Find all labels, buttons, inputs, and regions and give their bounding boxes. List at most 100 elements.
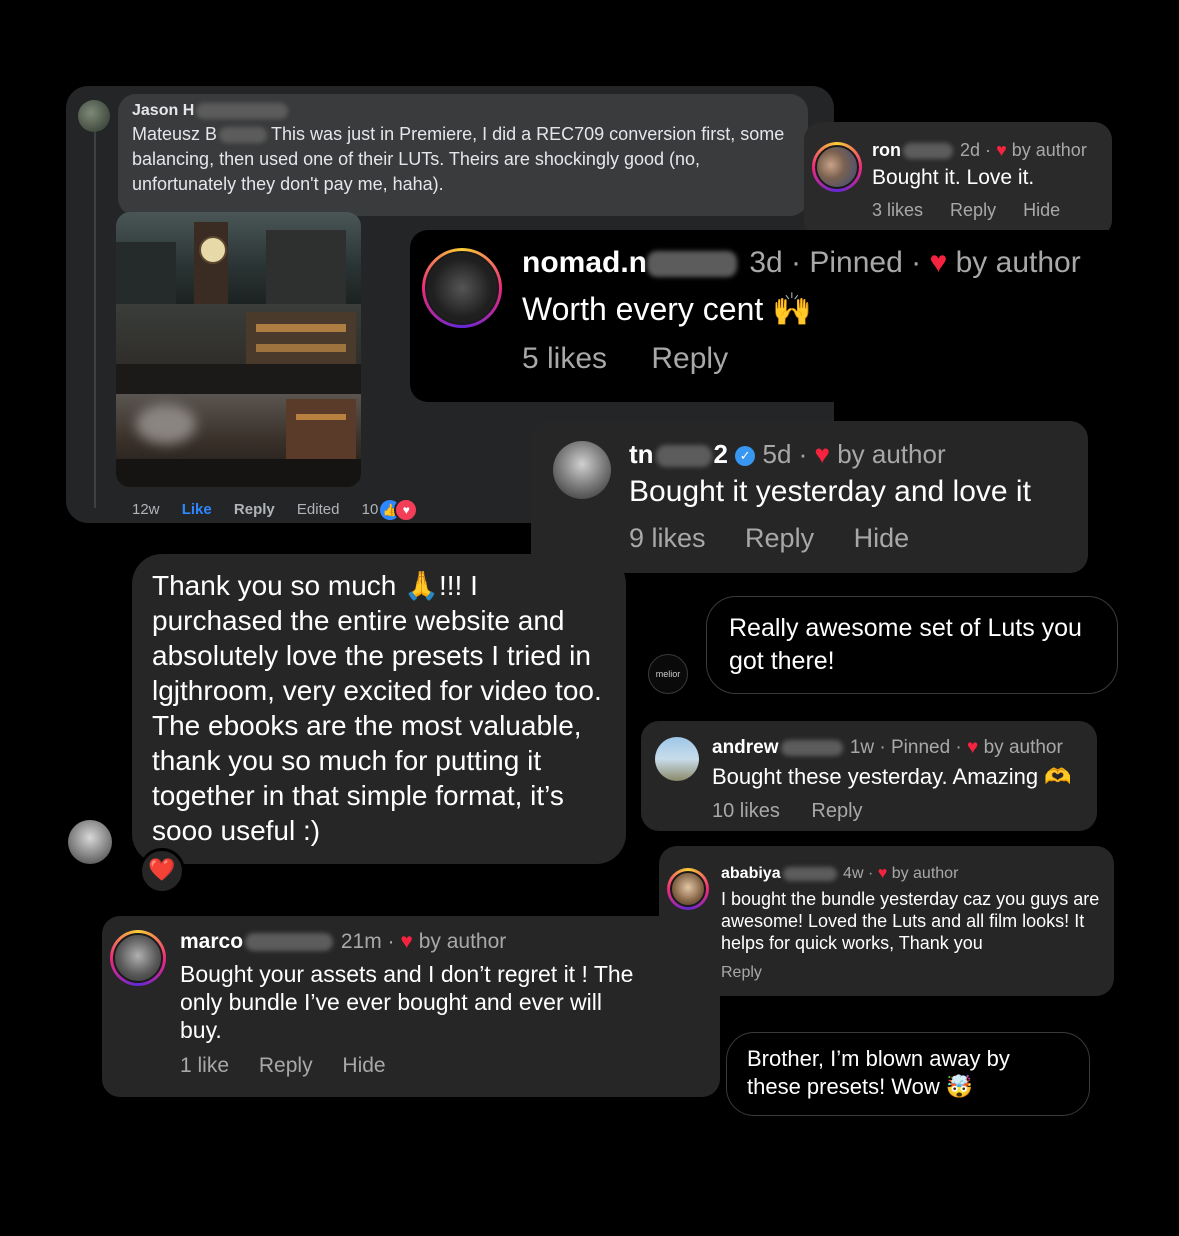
heart-icon: ♥ [929,246,948,279]
nomad-username[interactable]: nomad.n [522,246,647,279]
heart-icon: ♥ [400,930,413,953]
edited-label: Edited [296,500,340,518]
redacted-name [196,102,289,119]
marco-by-author: by author [418,930,507,953]
tn-username-end[interactable]: 2 [714,439,728,469]
ron-comment-card: ron 2d · ♥ by author Bought it. Love it.… [804,122,1112,238]
clock-tower-photo [116,212,361,304]
tn-username[interactable]: tn [629,439,654,469]
thankyou-text: Thank you so much 🙏!!! I purchased the e… [152,570,602,846]
nomad-by-author: by author [955,246,1081,279]
andrew-likes[interactable]: 10 likes [712,800,780,822]
thankyou-message-bubble: Thank you so much 🙏!!! I purchased the e… [132,554,626,864]
marco-likes[interactable]: 1 like [180,1054,229,1077]
ron-time: 2d · [960,140,992,160]
nomad-comment-card: nomad.n 3d · Pinned · ♥ by author Worth … [410,230,1120,402]
ababiya-text: I bought the bundle yesterday caz you gu… [721,889,1100,953]
heart-icon: ♥ [877,865,888,882]
ron-header: ron 2d · ♥ by author [872,140,1087,161]
ron-likes[interactable]: 3 likes [872,200,923,220]
tn-likes[interactable]: 9 likes [629,523,706,553]
comment-bubble: Jason H Mateusz B This was just in Premie… [118,94,808,216]
andrew-actions: 10 likes Reply [712,800,863,823]
heart-icon: ♥ [996,140,1007,160]
tn-avatar[interactable] [553,441,611,499]
nomad-actions: 5 likes Reply [522,342,728,376]
marco-text: Bought your assets and I don’t regret it… [180,961,634,1043]
heart-icon: ♥ [814,439,830,469]
andrew-text: Bought these yesterday. Amazing 🫶 [712,764,1072,789]
andrew-by-author: by author [983,737,1063,758]
jason-avatar[interactable] [78,100,110,132]
tn-time: 5d · [762,439,808,469]
ababiya-username[interactable]: ababiya [721,865,781,882]
reply-button[interactable]: Reply [234,501,275,518]
ron-by-author: by author [1011,140,1087,160]
nomad-reply-button[interactable]: Reply [651,342,728,375]
brother-message-bubble: Brother, I’m blown away by these presets… [726,1032,1090,1116]
marco-hide-button[interactable]: Hide [342,1054,385,1077]
tn-reply-button[interactable]: Reply [745,523,814,553]
ron-username[interactable]: ron [872,140,901,160]
andrew-header: andrew 1w · Pinned · ♥ by author [712,737,1063,759]
melior-avatar[interactable]: melior [648,654,688,694]
ababiya-by-author: by author [891,865,959,882]
comment-author[interactable]: Jason H [132,102,794,120]
melior-logo: melior [655,669,681,679]
awesome-message-bubble: Really awesome set of Luts you got there… [706,596,1118,694]
marco-actions: 1 like Reply Hide [180,1054,386,1078]
comment-actions: 12w Like Reply Edited 10 👍 ♥ [132,498,436,522]
brother-text: Brother, I’m blown away by these presets… [747,1046,1010,1099]
ababiya-actions: Reply [721,964,762,982]
tn-text: Bought it yesterday and love it [629,475,1031,508]
ababiya-comment-card: ababiya 4w · ♥ by author I bought the bu… [659,846,1114,996]
tn-hide-button[interactable]: Hide [854,523,910,553]
like-button[interactable]: Like [182,501,212,518]
ron-text: Bought it. Love it. [872,166,1035,189]
tn-comment-card: tn 2 ✓ 5d · ♥ by author Bought it yesterd… [531,421,1088,573]
andrew-comment-card: andrew 1w · Pinned · ♥ by author Bought … [641,721,1097,831]
andrew-time: 1w · Pinned · [849,737,962,758]
ababiya-avatar[interactable] [667,868,709,910]
marco-avatar[interactable] [110,930,166,986]
marco-time: 21m · [340,930,395,953]
tn-header: tn 2 ✓ 5d · ♥ by author [629,439,946,470]
andrew-reply-button[interactable]: Reply [811,800,862,822]
love-reaction-icon: ♥ [394,498,419,522]
marco-reply-button[interactable]: Reply [259,1054,313,1077]
verified-badge-icon: ✓ [735,446,756,467]
nomad-avatar[interactable] [422,248,502,328]
heart-reaction-icon: ❤️ [148,857,176,882]
nomad-likes[interactable]: 5 likes [522,342,607,375]
ababiya-time: 4w · [843,865,874,882]
comment-image-collage[interactable] [116,212,361,487]
reaction-count[interactable]: 10 [362,501,379,518]
ron-avatar[interactable] [812,142,862,192]
mention-link[interactable]: Mateusz B [132,124,271,144]
ababiya-reply-button[interactable]: Reply [721,964,762,981]
thread-line [94,128,96,508]
comment-text-block: Mateusz B This was just in Premiere, I di… [132,122,794,197]
heart-reaction[interactable]: ❤️ [139,848,185,894]
andrew-username[interactable]: andrew [712,737,779,758]
heart-icon: ♥ [967,737,979,758]
marco-username[interactable]: marco [180,930,243,953]
steam-clock-photo [116,394,361,487]
tn-actions: 9 likes Reply Hide [629,523,909,554]
ron-actions: 3 likes Reply Hide [872,200,1060,221]
marco-header: marco 21m · ♥ by author [180,930,506,954]
ron-hide-button[interactable]: Hide [1023,200,1060,220]
street-photo [116,304,361,394]
ron-reply-button[interactable]: Reply [950,200,996,220]
marco-comment-card: marco 21m · ♥ by author Bought your asse… [102,916,720,1097]
nomad-text: Worth every cent 🙌 [522,291,813,327]
tn-by-author: by author [837,439,946,469]
nomad-header: nomad.n 3d · Pinned · ♥ by author [522,246,1081,280]
comment-time: 12w [132,500,160,518]
ababiya-header: ababiya 4w · ♥ by author [721,865,958,883]
author-name[interactable]: Jason H [132,102,194,119]
awesome-text: Really awesome set of Luts you got there… [729,614,1082,675]
andrew-avatar[interactable] [655,737,699,781]
nomad-time: 3d · Pinned · [749,246,922,279]
thankyou-avatar[interactable] [68,820,112,864]
